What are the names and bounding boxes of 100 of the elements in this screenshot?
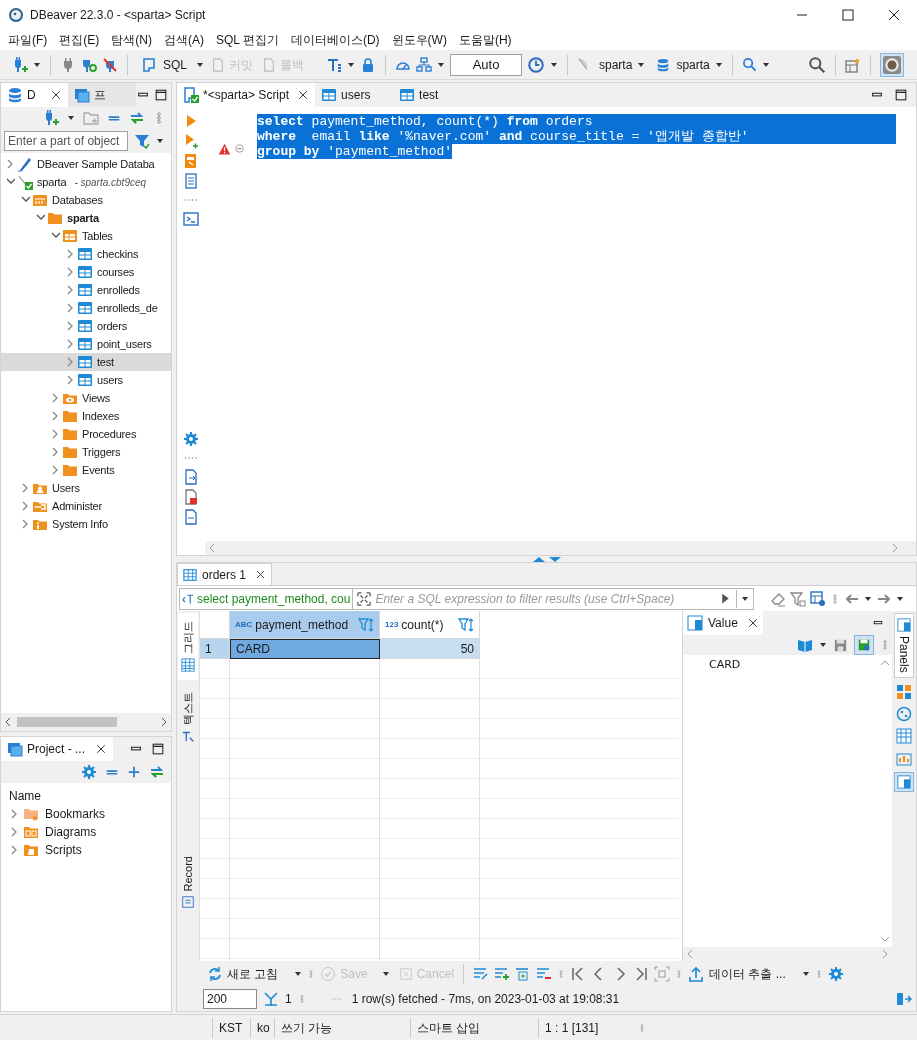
chevron-right-icon[interactable] [9,844,19,856]
column-header[interactable]: 123 count(*) [380,611,480,639]
panel-toggle-icon[interactable] [896,991,912,1007]
avatar-button[interactable] [879,52,904,77]
menu-item[interactable]: SQL 편집기 [210,30,285,50]
expand-icon[interactable] [127,765,141,779]
query-text[interactable]: select payment_method, cou [179,587,354,610]
settings-icon[interactable] [81,764,97,780]
scroll-up-icon[interactable] [880,659,890,667]
tree-item[interactable]: test [1,353,171,371]
chevron-right-icon[interactable] [20,500,30,512]
delete-row-icon[interactable] [536,966,553,982]
dropdown-caret-icon[interactable] [347,61,355,68]
settings-icon[interactable] [183,431,199,447]
tree-item[interactable]: sparta - sparta.cbt9ceq [1,173,171,191]
book-icon[interactable] [797,637,813,653]
sql-editor-button[interactable]: SQL [137,53,191,76]
tree-item[interactable]: Procedures [1,425,171,443]
panel-icon[interactable] [896,727,912,744]
maximize-icon[interactable] [894,88,908,102]
filter-icon[interactable] [790,590,806,607]
dropdown-caret-icon[interactable] [67,115,75,121]
tree-item[interactable]: point_users [1,335,171,353]
datasource-selector[interactable]: sparta [577,53,633,76]
menu-item[interactable]: 탐색(N) [105,30,158,50]
last-page-icon[interactable] [633,966,650,982]
tree-item[interactable]: DBeaver Sample Databa [1,155,171,173]
filter-icon[interactable] [134,133,150,149]
new-connection-icon[interactable] [43,110,59,126]
tree-item[interactable]: checkins [1,245,171,263]
chevron-right-icon[interactable] [50,446,60,458]
run-new-tab-icon[interactable] [183,133,199,149]
tree-item[interactable]: sparta [1,209,171,227]
tree-item[interactable]: Databases [1,191,171,209]
link-icon[interactable] [129,110,145,126]
save-to-file-button[interactable] [854,635,874,655]
format-icon[interactable] [326,56,342,73]
chevron-right-icon[interactable] [65,266,75,278]
new-connection-icon[interactable] [12,56,28,73]
tree-item[interactable]: enrolleds [1,281,171,299]
panel-tab[interactable]: D [1,83,68,107]
filter-field[interactable]: Enter a part of object [4,131,128,151]
fetch-size-field[interactable]: 200 [203,989,257,1009]
dropdown-caret-icon[interactable] [33,61,41,68]
maximize-icon[interactable] [151,742,165,756]
chevron-right-icon[interactable] [50,392,60,404]
error-doc-icon[interactable] [183,489,199,505]
panel-tab[interactable]: Project - ... [1,737,113,761]
scroll-left-icon[interactable] [3,717,13,727]
fold-icon[interactable] [235,143,247,156]
settings-icon[interactable] [827,966,844,982]
chevron-right-icon[interactable] [65,356,75,368]
chevron-right-icon[interactable] [65,248,75,260]
menu-item[interactable]: 도움말(H) [452,30,518,50]
tree-item[interactable]: Indexes [1,407,171,425]
table-cell[interactable]: CARD [230,639,380,659]
menu-item[interactable]: 편집(E) [53,30,106,50]
tree-item[interactable]: System Info [1,515,171,533]
dropdown-caret-icon[interactable] [714,61,723,68]
panel-icon[interactable] [896,683,912,700]
panel-icon[interactable] [896,705,912,722]
dropdown-caret-icon[interactable] [896,595,904,602]
tree-item[interactable]: orders [1,317,171,335]
tree-icon[interactable] [416,56,432,73]
history-icon[interactable] [527,55,545,74]
dropdown-caret-icon[interactable] [801,971,810,977]
project-item[interactable]: Scripts [1,841,171,859]
transaction-mode-field[interactable]: Auto [450,53,522,76]
menu-item[interactable]: 데이터베이스(D) [284,30,386,50]
view-tab[interactable]: 텍스트 [178,684,198,751]
search-icon[interactable] [741,57,757,72]
project-item[interactable]: Bookmarks [1,805,171,823]
schema-selector[interactable]: sparta [656,53,710,76]
chevron-right-icon[interactable] [65,302,75,314]
chevron-right-icon[interactable] [65,320,75,332]
editor-tab[interactable]: *<sparta> Script [177,83,316,107]
panel-tab[interactable]: 프 [67,83,136,107]
column-header[interactable]: ABC payment_method [230,611,380,639]
tree-item[interactable]: Views [1,389,171,407]
menu-item[interactable]: 파일(F) [2,30,54,50]
chevron-right-icon[interactable] [50,428,60,440]
tree-item[interactable]: enrolleds_de [1,299,171,317]
perspective-icon[interactable] [844,56,861,73]
disconnect-icon[interactable] [102,56,118,73]
terminal-icon[interactable] [183,211,199,227]
chevron-right-icon[interactable] [20,518,30,530]
dropdown-caret-icon[interactable] [819,642,827,648]
chevron-right-icon[interactable] [20,482,30,494]
dropdown-caret-icon[interactable] [196,61,204,68]
tree-item[interactable]: Users [1,479,171,497]
export-icon[interactable] [183,469,199,485]
dropdown-caret-icon[interactable] [156,138,164,144]
scroll-right-icon[interactable] [159,717,169,727]
close-icon[interactable] [886,7,902,23]
dropdown-caret-icon[interactable] [637,61,646,68]
chevron-right-icon[interactable] [9,826,19,838]
chevron-right-icon[interactable] [50,410,60,422]
view-tab[interactable]: Record [178,847,198,917]
more-icon[interactable] [880,640,890,650]
table-cell[interactable]: 50 [380,639,480,659]
